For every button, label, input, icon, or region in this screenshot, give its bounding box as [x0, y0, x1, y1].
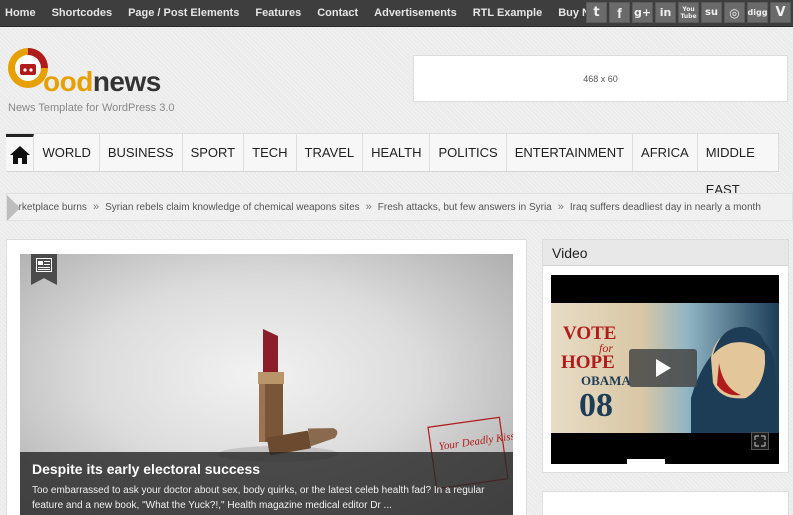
stumbleupon-icon[interactable]: su	[701, 2, 722, 23]
site-logo[interactable]: oodnews News Template for WordPress 3.0	[6, 44, 196, 116]
home-icon	[9, 145, 30, 164]
nav-item-entertainment[interactable]: ENTERTAINMENT	[507, 134, 634, 171]
social-icons: t f g+ in You Tube su ◎ digg V	[586, 2, 793, 23]
dribbble-icon[interactable]: ◎	[724, 2, 745, 23]
linkedin-icon[interactable]: in	[655, 2, 676, 23]
top-nav-advertisements[interactable]: Advertisements	[369, 0, 465, 27]
play-button[interactable]	[629, 349, 697, 387]
twitter-icon[interactable]: t	[586, 2, 607, 23]
featured-excerpt: Too embarrassed to ask your doctor about…	[32, 485, 485, 511]
poster-text-5: 08	[579, 387, 613, 424]
nav-item-health[interactable]: HEALTH	[363, 134, 431, 171]
video-progress-bar[interactable]	[627, 459, 665, 464]
top-nav-features[interactable]: Features	[250, 0, 309, 27]
featured-caption: Despite its early electoral success Too …	[20, 452, 513, 515]
nav-item-world[interactable]: WORLD	[34, 134, 100, 171]
ticker-items: arketplace burns» Syrian rebels claim kno…	[13, 201, 761, 213]
nav-item-politics[interactable]: POLITICS	[430, 134, 507, 171]
youtube-icon[interactable]: You Tube	[678, 2, 699, 23]
nav-item-business[interactable]: BUSINESS	[100, 134, 183, 171]
logo-wordmark: oodnews	[43, 66, 161, 97]
vimeo-icon[interactable]: V	[770, 2, 791, 23]
facebook-icon[interactable]: f	[609, 2, 630, 23]
nav-item-middle-east[interactable]: MIDDLE EAST	[698, 134, 779, 197]
featured-title[interactable]: Despite its early electoral success	[32, 461, 501, 477]
ticker-arrow-icon	[7, 194, 20, 220]
ad-banner[interactable]: 468 x 60	[413, 55, 788, 102]
ticker-item[interactable]: Syrian rebels claim knowledge of chemica…	[105, 202, 360, 213]
nav-item-africa[interactable]: AFRICA	[633, 134, 698, 171]
ticker-item[interactable]: arketplace burns	[13, 202, 87, 213]
top-nav-page-post-elements[interactable]: Page / Post Elements	[123, 0, 247, 27]
fullscreen-button[interactable]	[751, 432, 769, 450]
home-button[interactable]	[6, 134, 35, 172]
digg-icon[interactable]: digg	[747, 2, 768, 23]
video-player[interactable]: VOTE for HOPE OBAMA 08	[551, 275, 779, 464]
logo-tagline: News Template for WordPress 3.0	[8, 102, 175, 114]
news-ticker: arketplace burns» Syrian rebels claim kno…	[6, 193, 793, 221]
nav-item-sport[interactable]: SPORT	[183, 134, 245, 171]
video-widget: Video VOTE for HOPE OBAMA 08	[542, 239, 789, 473]
nav-item-travel[interactable]: TRAVEL	[297, 134, 364, 171]
google-plus-icon[interactable]: g+	[632, 2, 653, 23]
top-nav-shortcodes[interactable]: Shortcodes	[47, 0, 121, 27]
ad-label: 468 x 60	[583, 73, 618, 84]
article-icon	[36, 258, 52, 272]
poster-text-3: HOPE	[561, 352, 615, 373]
main-nav: WORLD BUSINESS SPORT TECH TRAVEL HEALTH …	[6, 133, 779, 197]
play-icon	[656, 359, 671, 377]
sidebar-tabs-widget	[542, 491, 789, 515]
top-nav-home[interactable]: Home	[0, 0, 44, 27]
nav-item-tech[interactable]: TECH	[244, 134, 297, 171]
handwriting-text: Your Deadly Kisses	[438, 429, 513, 453]
fullscreen-icon	[754, 435, 766, 447]
main-content: Your Deadly Kisses Despite its early ele…	[6, 239, 527, 515]
top-bar: Home Shortcodes Page / Post Elements Fea…	[0, 0, 793, 27]
top-nav-contact[interactable]: Contact	[312, 0, 366, 27]
ticker-item[interactable]: Iraq suffers deadliest day in nearly a m…	[570, 202, 761, 213]
top-nav-rtl-example[interactable]: RTL Example	[468, 0, 551, 27]
top-nav: Home Shortcodes Page / Post Elements Fea…	[0, 0, 616, 27]
ticker-item[interactable]: Fresh attacks, but few answers in Syria	[378, 202, 552, 213]
video-widget-title: Video	[543, 240, 788, 266]
featured-post[interactable]: Your Deadly Kisses Despite its early ele…	[20, 254, 513, 515]
